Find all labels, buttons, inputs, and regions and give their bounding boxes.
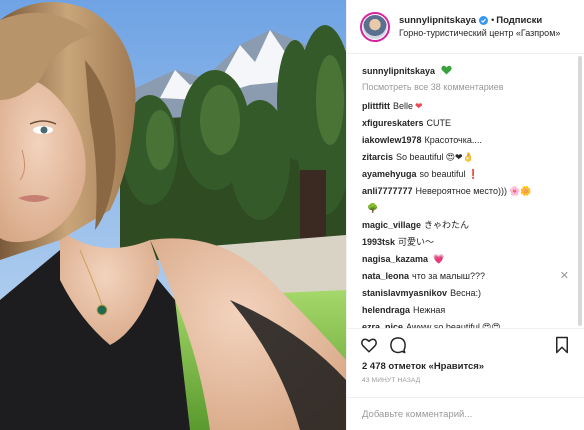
comment-row: 1993tsk 可愛い〜 [362, 236, 573, 248]
comment-emoji: 💗 [433, 254, 445, 264]
instagram-post: sunnylipnitskaya • Подписки Горно-турист… [0, 0, 584, 430]
bookmark-icon[interactable] [553, 336, 571, 354]
comment-text: Невероятное место))) [415, 186, 507, 196]
green-heart-icon [440, 65, 452, 75]
delete-comment-icon[interactable]: ✕ [560, 270, 569, 282]
comment-username[interactable]: 1993tsk [362, 237, 395, 247]
comment-row: zitarcis So beautiful 😍❤👌 [362, 151, 573, 163]
selfie-image [0, 0, 346, 430]
post-side-panel: sunnylipnitskaya • Подписки Горно-турист… [346, 0, 584, 430]
comment-text: что за малыш??? [412, 271, 486, 281]
comment-text: Красоточка.... [424, 135, 482, 145]
comment-username[interactable]: iakowlew1978 [362, 135, 422, 145]
comment-emoji: 🌸🌼 [508, 186, 532, 196]
view-all-comments-link[interactable]: Посмотреть все 38 комментариев [362, 81, 573, 93]
comment-row: nagisa_kazama 💗 [362, 253, 573, 265]
comment-username[interactable]: stanislavmyasnikov [362, 288, 447, 298]
comment-username[interactable]: zitarcis [362, 152, 393, 162]
comment-username[interactable]: helendraga [362, 305, 410, 315]
comment-emoji: ❗ [467, 169, 479, 179]
comments-scrollbar[interactable] [578, 56, 582, 326]
post-author-username[interactable]: sunnylipnitskaya [399, 14, 476, 27]
comment-input[interactable] [362, 406, 562, 422]
post-photo[interactable] [0, 0, 346, 430]
caption: sunnylipnitskaya [362, 65, 573, 77]
comment-username[interactable]: nata_leona [362, 271, 409, 281]
comment-row: helendraga Нежная [362, 304, 573, 316]
comment-text: Весна:) [450, 288, 482, 298]
comment-text: Belle [392, 101, 413, 111]
action-bar [347, 328, 584, 358]
comment-text: 可愛い〜 [398, 237, 435, 247]
caption-username[interactable]: sunnylipnitskaya [362, 66, 435, 76]
post-timestamp[interactable]: 43 МИНУТ НАЗАД [362, 377, 420, 384]
comment-username[interactable]: plittfitt [362, 101, 390, 111]
verified-badge-icon [479, 15, 489, 25]
comment-text: so beautiful [419, 169, 466, 179]
comment-username[interactable]: nagisa_kazama [362, 254, 428, 264]
comment-row: nata_leona что за малыш??? ✕ [362, 270, 573, 282]
comment-row: xfigureskaters CUTE [362, 117, 573, 129]
likes-count[interactable]: 2 478 отметок «Нравится» [362, 361, 484, 372]
comment-row: 🌳 [362, 202, 573, 214]
comment-row: stanislavmyasnikov Весна:) [362, 287, 573, 299]
comment-row: iakowlew1978 Красоточка.... [362, 134, 573, 146]
comment-text: CUTE [426, 118, 452, 128]
comment-rows: plittfitt Belle ❤ xfigureskaters CUTE iakowle… [362, 100, 573, 328]
comment-emoji: 😍❤👌 [445, 152, 474, 162]
comment-text: Нежная [413, 305, 446, 315]
comment-username[interactable]: magic_village [362, 220, 421, 230]
following-button[interactable]: Подписки [496, 14, 542, 27]
heart-outline-icon[interactable] [360, 336, 378, 354]
comment-row: magic_village きゃわたん [362, 219, 573, 231]
comment-text: きゃわたん [424, 220, 470, 230]
comment-row: ayamehyuga so beautiful ❗ [362, 168, 573, 180]
comment-emoji: ❤ [415, 101, 423, 111]
comment-username[interactable]: xfigureskaters [362, 118, 424, 128]
comment-row: plittfitt Belle ❤ [362, 100, 573, 112]
follow-separator: • [491, 14, 495, 25]
comments-list[interactable]: sunnylipnitskaya Посмотреть все 38 комме… [347, 54, 584, 328]
avatar[interactable] [360, 11, 390, 42]
comment-username[interactable]: anli7777777 [362, 186, 413, 196]
comment-text: So beautiful [396, 152, 444, 162]
add-comment-bar [347, 397, 584, 430]
comment-row: ezra_nice Awww so beautiful 😍😍 [362, 321, 573, 328]
header-text: sunnylipnitskaya • Подписки Горно-турист… [399, 14, 560, 40]
comment-emoji: 🌳 [367, 203, 379, 213]
post-header: sunnylipnitskaya • Подписки Горно-турист… [347, 0, 584, 54]
comment-username[interactable]: ayamehyuga [362, 169, 417, 179]
post-location[interactable]: Горно-туристический центр «Газпром» [399, 27, 560, 40]
comment-row: anli7777777 Невероятное место))) 🌸🌼 [362, 185, 573, 197]
speech-bubble-icon[interactable] [389, 336, 407, 354]
